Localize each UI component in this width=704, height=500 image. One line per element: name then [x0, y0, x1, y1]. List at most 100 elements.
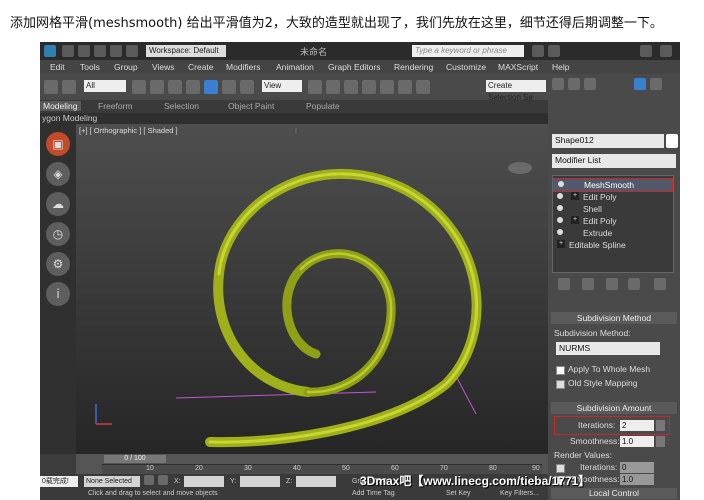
x-coord-field[interactable] — [184, 476, 224, 487]
remove-modifier-icon[interactable] — [628, 278, 640, 290]
reference-coord-dropdown[interactable]: View — [262, 80, 302, 92]
rollout-subdivision-amount[interactable]: Subdivision Amount — [551, 402, 677, 414]
menu-views[interactable]: Views — [152, 62, 175, 72]
pin-stack-icon[interactable] — [558, 278, 570, 290]
search-icon[interactable] — [532, 45, 544, 57]
eye-icon[interactable] — [557, 217, 563, 223]
search-input[interactable]: Type a keyword or phrase — [412, 45, 524, 57]
move-icon[interactable] — [204, 80, 218, 94]
tab-object-paint[interactable]: Object Paint — [228, 101, 274, 111]
select-by-name-icon[interactable] — [150, 80, 164, 94]
modifier-list-dropdown[interactable]: Modifier List — [552, 154, 676, 168]
save-icon[interactable] — [94, 45, 106, 57]
smoothness-spinner[interactable]: 1.0 — [620, 436, 654, 447]
cloud-icon[interactable]: ☁ — [46, 192, 70, 216]
rotate-icon[interactable] — [222, 80, 236, 94]
expand-icon[interactable]: + — [571, 216, 579, 224]
menu-tools[interactable]: Tools — [80, 62, 100, 72]
pivot-icon[interactable] — [308, 80, 322, 94]
scale-icon[interactable] — [240, 80, 254, 94]
menu-edit[interactable]: Edit — [50, 62, 65, 72]
info-circle-icon[interactable]: i — [46, 282, 70, 306]
window-crossing-icon[interactable] — [186, 80, 200, 94]
minimize-icon[interactable] — [640, 45, 652, 57]
add-time-tag-button[interactable]: Add Time Tag — [352, 490, 395, 497]
gear-icon[interactable]: ⚙ — [46, 252, 70, 276]
motion-tab-icon[interactable] — [634, 78, 646, 90]
menu-graph-editors[interactable]: Graph Editors — [328, 62, 380, 72]
clock-icon[interactable]: ◷ — [46, 222, 70, 246]
percent-snap-icon[interactable] — [380, 80, 394, 94]
display-tab-icon[interactable] — [650, 78, 662, 90]
close-icon[interactable] — [660, 45, 672, 57]
menu-rendering[interactable]: Rendering — [394, 62, 433, 72]
orthographic-viewport[interactable]: [+] [ Orthographic ] [ Shaded ] — [76, 124, 548, 454]
stack-item-meshsmooth[interactable]: MeshSmooth — [553, 178, 673, 192]
menu-create[interactable]: Create — [188, 62, 214, 72]
z-coord-field[interactable] — [296, 476, 336, 487]
rollout-local-control[interactable]: Local Control — [551, 488, 677, 499]
tab-selection[interactable]: Selection — [164, 101, 199, 111]
modify-tab-icon[interactable] — [568, 78, 580, 90]
spinner-snap-icon[interactable] — [398, 80, 412, 94]
undo-tool-icon[interactable] — [44, 80, 58, 94]
expand-icon[interactable]: + — [571, 192, 579, 200]
render-smoothness-spinner[interactable]: 1.0 — [620, 474, 654, 485]
stack-item-extrude[interactable]: Extrude — [553, 227, 671, 239]
new-icon[interactable] — [62, 45, 74, 57]
render-iterations-spinner[interactable]: 0 — [620, 462, 654, 473]
stack-item-editable-spline[interactable]: + Editable Spline — [553, 239, 671, 251]
cube-icon[interactable]: ◈ — [46, 162, 70, 186]
menu-group[interactable]: Group — [114, 62, 138, 72]
open-icon[interactable] — [78, 45, 90, 57]
key-filters-button[interactable]: Key Filters... — [500, 490, 539, 497]
maxscript-listener[interactable]: 0载完成! — [40, 476, 78, 487]
eye-icon[interactable] — [558, 181, 564, 187]
configure-sets-icon[interactable] — [654, 278, 666, 290]
edit-named-sets-icon[interactable] — [416, 80, 430, 94]
tab-freeform[interactable]: Freeform — [98, 101, 132, 111]
lock-icon[interactable] — [144, 475, 154, 485]
hierarchy-tab-icon[interactable] — [584, 78, 596, 90]
stack-item-edit-poly[interactable]: + Edit Poly — [553, 215, 671, 227]
menu-modifiers[interactable]: Modifiers — [226, 62, 260, 72]
manipulate-icon[interactable] — [326, 80, 340, 94]
tab-modeling[interactable]: Modeling — [40, 101, 81, 111]
rollout-subdivision-method[interactable]: Subdivision Method — [551, 312, 677, 324]
apply-whole-mesh-checkbox[interactable] — [556, 366, 565, 375]
rect-selection-icon[interactable] — [168, 80, 182, 94]
spinner-arrows-icon[interactable] — [656, 436, 665, 447]
show-end-result-icon[interactable] — [582, 278, 594, 290]
select-object-icon[interactable] — [132, 80, 146, 94]
app-logo-icon[interactable] — [44, 45, 56, 57]
stack-item-edit-poly[interactable]: + Edit Poly — [553, 191, 671, 203]
eye-icon[interactable] — [557, 229, 563, 235]
make-unique-icon[interactable] — [606, 278, 618, 290]
time-slider[interactable]: 0 / 100 — [104, 455, 166, 463]
link-icon[interactable] — [62, 80, 76, 94]
box-icon[interactable]: ▣ — [46, 132, 70, 156]
menu-maxscript[interactable]: MAXScript — [498, 62, 538, 72]
tab-populate[interactable]: Populate — [306, 101, 340, 111]
info-icon[interactable] — [548, 45, 560, 57]
set-key-button[interactable]: Set Key — [446, 490, 471, 497]
eye-icon[interactable] — [557, 205, 563, 211]
object-color-swatch[interactable] — [666, 134, 678, 148]
selection-filter-dropdown[interactable]: All — [84, 80, 126, 92]
named-selection-set-dropdown[interactable]: Create Selection Se — [486, 80, 546, 102]
undo-icon[interactable] — [110, 45, 122, 57]
relative-mode-icon[interactable] — [158, 475, 168, 485]
stack-item-shell[interactable]: Shell — [553, 203, 671, 215]
expand-icon[interactable]: + — [557, 240, 565, 248]
create-tab-icon[interactable] — [552, 78, 564, 90]
eye-icon[interactable] — [557, 193, 563, 199]
menu-customize[interactable]: Customize — [446, 62, 486, 72]
object-name-field[interactable]: Shape012 — [552, 134, 664, 148]
menu-animation[interactable]: Animation — [276, 62, 314, 72]
old-style-mapping-checkbox[interactable] — [556, 380, 565, 389]
angle-snap-icon[interactable] — [362, 80, 376, 94]
subdivision-method-dropdown[interactable]: NURMS — [556, 342, 660, 355]
redo-icon[interactable] — [126, 45, 138, 57]
menu-help[interactable]: Help — [552, 62, 569, 72]
workspace-dropdown[interactable]: Workspace: Default — [146, 45, 226, 57]
